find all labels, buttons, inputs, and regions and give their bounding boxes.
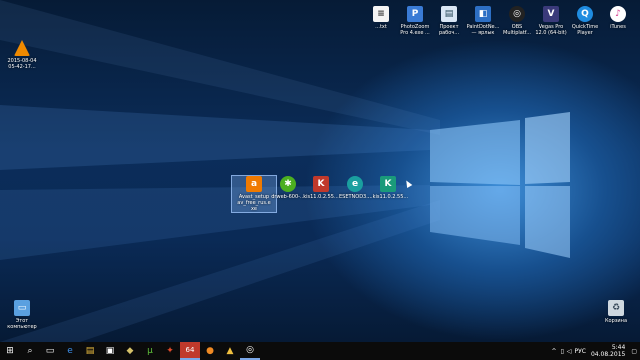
system-tray: ^ ▯ ◁ РУС 5:44 04.08.2015 ▢	[552, 342, 640, 360]
desktop-icon-label: 2015-08-04 05-42-17...	[7, 58, 37, 70]
start-button[interactable]: ⊞	[0, 342, 20, 360]
app-icon: ▲	[226, 346, 234, 356]
app-4-button[interactable]: ▲	[220, 342, 240, 360]
folder-icon: ▤	[85, 346, 95, 356]
photozoom-icon: P	[407, 6, 423, 22]
app-1-button[interactable]: ◆	[120, 342, 140, 360]
desktop-icon-label: Vegas Pro 12.0 (64-bit)	[535, 24, 567, 36]
firefox-icon: ●	[206, 346, 214, 356]
app-2-button[interactable]: ✦	[160, 342, 180, 360]
desktop-icon-label: Корзина	[604, 318, 628, 324]
store-button[interactable]: ▣	[100, 342, 120, 360]
vegas-icon: V	[543, 6, 559, 22]
tray-chevron-icon[interactable]: ^	[552, 348, 557, 355]
vlc-icon	[14, 40, 30, 56]
text-file-icon: ≡	[373, 6, 389, 22]
search-icon: ⌕	[27, 346, 33, 356]
search-button[interactable]: ⌕	[20, 342, 40, 360]
task-view-button[interactable]: ▭	[40, 342, 60, 360]
desktop-icon-label: PhotoZoom Pro 4.exe ...	[400, 24, 430, 36]
desktop-icon-this-pc[interactable]: ▭ Этот компьютер	[0, 300, 44, 330]
app-64-icon: 64	[185, 346, 195, 354]
clock-time: 5:44	[611, 344, 626, 351]
store-icon: ▣	[105, 346, 115, 356]
firefox-button[interactable]: ●	[200, 342, 220, 360]
kaspersky-icon: K	[313, 176, 329, 192]
clock-date: 04.08.2015	[590, 351, 626, 358]
task-view-icon: ▭	[45, 346, 55, 356]
app-icon: ✦	[166, 346, 174, 356]
obs-icon: ◎	[246, 345, 254, 355]
paintdotnet-icon: ◧	[475, 6, 491, 22]
clock[interactable]: 5:44 04.08.2015	[591, 344, 625, 358]
obs-taskbar-button[interactable]: ◎	[240, 342, 260, 360]
language-indicator[interactable]: РУС	[575, 348, 586, 355]
network-icon[interactable]: ▯	[561, 348, 564, 355]
explorer-button[interactable]: ▤	[80, 342, 100, 360]
utorrent-icon: µ	[147, 346, 153, 356]
edge-button[interactable]: e	[60, 342, 80, 360]
desktop-icon-label: QuickTime Player	[571, 24, 599, 36]
quicktime-icon: Q	[577, 6, 593, 22]
torrent-button[interactable]: µ	[140, 342, 160, 360]
desktop-icon-kaspersky-installer[interactable]: K ...kis11.0.2.55...	[366, 176, 410, 200]
eset-icon: e	[347, 176, 363, 192]
desktop-icon-label: ...kis11.0.2.55...	[367, 194, 409, 200]
desktop-icon-label: ...txt	[375, 24, 387, 30]
project-icon: ▤	[441, 6, 457, 22]
itunes-icon: ♪	[610, 6, 626, 22]
recycle-bin-icon: ♻	[608, 300, 624, 316]
obs-icon: ◎	[509, 6, 525, 22]
app-3-button[interactable]: 64	[180, 342, 200, 360]
desktop-icon-label: Этот компьютер	[7, 318, 37, 330]
drweb-icon: ✱	[280, 176, 296, 192]
avast-icon: a	[246, 176, 262, 192]
desktop-icon-label: OBS Multiplatf...	[503, 24, 531, 36]
kaspersky-installer-icon: K	[380, 176, 396, 192]
desktop-icon-vlc[interactable]: 2015-08-04 05-42-17...	[0, 40, 44, 70]
desktop-icon-label: Проект рабоч...	[438, 24, 460, 36]
windows-logo-icon: ⊞	[6, 346, 14, 356]
volume-icon[interactable]: ◁	[567, 348, 572, 355]
desktop-icon-recycle-bin[interactable]: ♻ Корзина	[594, 300, 638, 324]
notifications-icon[interactable]: ▢	[631, 348, 637, 355]
desktop-icon-itunes[interactable]: ♪ iTunes	[596, 6, 640, 30]
taskbar: ⊞ ⌕ ▭ e ▤ ▣ ◆ µ ✦ 64 ● ▲ ◎	[0, 342, 640, 360]
wallpaper-light-rays	[0, 0, 570, 342]
app-icon: ◆	[126, 346, 134, 356]
this-pc-icon: ▭	[14, 300, 30, 316]
edge-icon: e	[67, 346, 73, 356]
desktop-icon-label: iTunes	[610, 24, 626, 30]
desktop[interactable]: 2015-08-04 05-42-17... ≡ ...txt P PhotoZ…	[0, 0, 640, 342]
